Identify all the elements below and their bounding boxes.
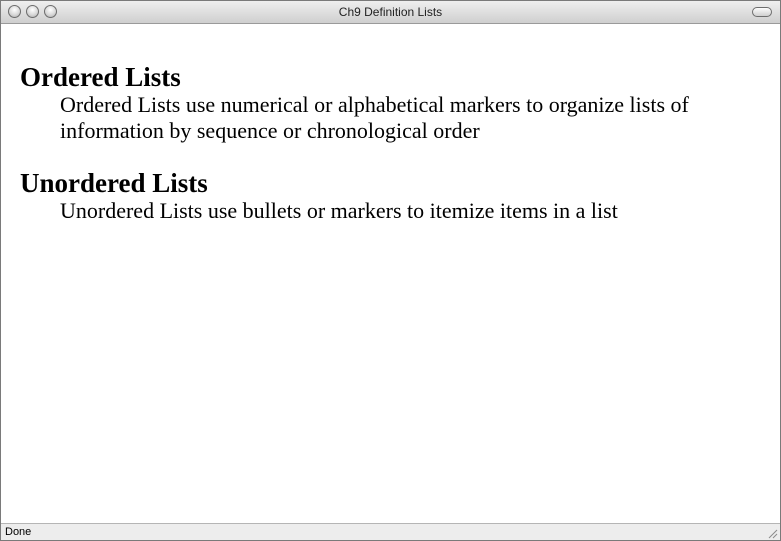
- status-bar: Done: [1, 523, 780, 540]
- title-bar[interactable]: Ch9 Definition Lists: [1, 1, 780, 24]
- page-content: Ordered Lists Ordered Lists use numerica…: [2, 24, 779, 523]
- definition-description-unordered-lists: Unordered Lists use bullets or markers t…: [60, 198, 618, 223]
- resize-grip-icon[interactable]: [766, 527, 778, 539]
- definition-term-ordered-lists: Ordered Lists: [20, 62, 181, 92]
- browser-window: Ch9 Definition Lists Ordered Lists Order…: [0, 0, 781, 541]
- window-title: Ch9 Definition Lists: [338, 5, 443, 19]
- definition-description-ordered-lists: Ordered Lists use numerical or alphabeti…: [60, 92, 689, 143]
- toolbar-toggle-button[interactable]: [752, 7, 772, 17]
- definition-list: Ordered Lists Ordered Lists use numerica…: [20, 24, 761, 224]
- status-text: Done: [5, 526, 32, 538]
- definition-term-unordered-lists: Unordered Lists: [20, 168, 208, 198]
